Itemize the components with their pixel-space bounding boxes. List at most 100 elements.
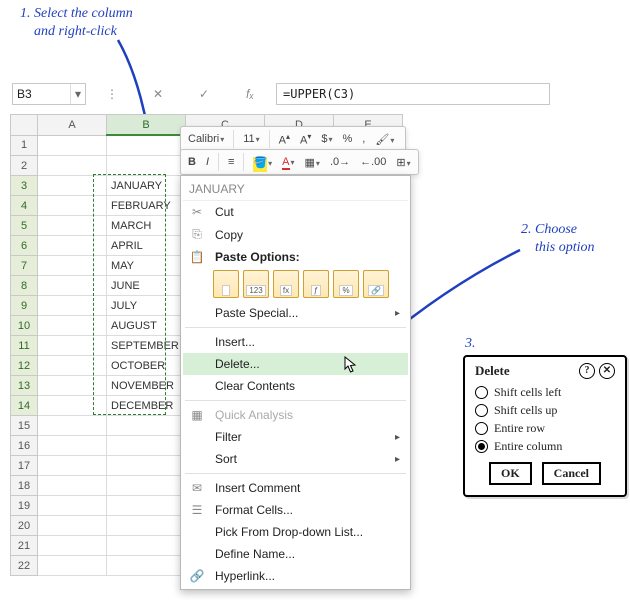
radio-entire-row[interactable]: Entire row bbox=[475, 421, 615, 436]
font-color-icon[interactable]: A▾ bbox=[279, 155, 297, 169]
fill-color-icon[interactable]: 🪣▾ bbox=[250, 155, 275, 170]
row-header-21[interactable]: 21 bbox=[11, 536, 38, 556]
radio-entire-column[interactable]: Entire column bbox=[475, 439, 615, 454]
col-header-B[interactable]: B bbox=[107, 115, 186, 136]
formula-input[interactable]: =UPPER(C3) bbox=[276, 83, 550, 105]
menu-hyperlink[interactable]: 🔗Hyperlink... bbox=[183, 565, 408, 587]
cell-B16[interactable] bbox=[107, 436, 186, 456]
row-header-17[interactable]: 17 bbox=[11, 456, 38, 476]
cell-A13[interactable] bbox=[38, 376, 107, 396]
menu-copy[interactable]: ⎘Copy bbox=[183, 223, 408, 246]
menu-insert[interactable]: Insert... bbox=[183, 331, 408, 353]
row-header-8[interactable]: 8 bbox=[11, 276, 38, 296]
cell-A3[interactable] bbox=[38, 176, 107, 196]
cell-B6[interactable]: APRIL bbox=[107, 236, 186, 256]
ok-button[interactable]: OK bbox=[489, 462, 532, 485]
cell-A19[interactable] bbox=[38, 496, 107, 516]
row-header-19[interactable]: 19 bbox=[11, 496, 38, 516]
cell-A18[interactable] bbox=[38, 476, 107, 496]
menu-define-name[interactable]: Define Name... bbox=[183, 543, 408, 565]
cell-B7[interactable]: MAY bbox=[107, 256, 186, 276]
row-header-22[interactable]: 22 bbox=[11, 556, 38, 576]
border-icon[interactable]: ▦▾ bbox=[302, 155, 323, 170]
shrink-font-icon[interactable]: A▾ bbox=[297, 131, 314, 148]
cell-B8[interactable]: JUNE bbox=[107, 276, 186, 296]
paste-link-icon[interactable]: 🔗 bbox=[363, 270, 389, 298]
percent-icon[interactable]: % bbox=[340, 132, 356, 146]
decrease-decimal-icon[interactable]: .0→ bbox=[327, 155, 353, 169]
row-header-4[interactable]: 4 bbox=[11, 196, 38, 216]
paste-values-icon[interactable]: 123 bbox=[243, 270, 269, 298]
menu-filter[interactable]: Filter▸ bbox=[183, 426, 408, 448]
paste-percent-icon[interactable]: % bbox=[333, 270, 359, 298]
select-all-corner[interactable] bbox=[11, 115, 38, 136]
cell-A7[interactable] bbox=[38, 256, 107, 276]
cell-A10[interactable] bbox=[38, 316, 107, 336]
cell-A21[interactable] bbox=[38, 536, 107, 556]
increase-decimal-icon[interactable]: ←.00 bbox=[357, 155, 389, 169]
cell-B9[interactable]: JULY bbox=[107, 296, 186, 316]
cell-A8[interactable] bbox=[38, 276, 107, 296]
radio-shift-left[interactable]: Shift cells left bbox=[475, 385, 615, 400]
row-header-6[interactable]: 6 bbox=[11, 236, 38, 256]
cancel-button[interactable]: Cancel bbox=[542, 462, 601, 485]
name-box-dropdown-icon[interactable]: ▾ bbox=[70, 84, 85, 104]
row-header-18[interactable]: 18 bbox=[11, 476, 38, 496]
row-header-7[interactable]: 7 bbox=[11, 256, 38, 276]
menu-clear[interactable]: Clear Contents bbox=[183, 375, 408, 397]
cell-A2[interactable] bbox=[38, 156, 107, 176]
col-header-A[interactable]: A bbox=[38, 115, 107, 136]
cell-B14[interactable]: DECEMBER bbox=[107, 396, 186, 416]
cell-B11[interactable]: SEPTEMBER bbox=[107, 336, 186, 356]
cell-A5[interactable] bbox=[38, 216, 107, 236]
row-header-13[interactable]: 13 bbox=[11, 376, 38, 396]
row-header-9[interactable]: 9 bbox=[11, 296, 38, 316]
accept-formula-icon[interactable]: ✓ bbox=[184, 83, 224, 105]
fx-icon[interactable]: fₓ bbox=[230, 83, 270, 105]
cell-B3[interactable]: JANUARY bbox=[107, 176, 186, 196]
cell-A6[interactable] bbox=[38, 236, 107, 256]
expand-button[interactable]: ⋮ bbox=[92, 83, 132, 105]
help-icon[interactable]: ? bbox=[579, 363, 595, 379]
cell-A17[interactable] bbox=[38, 456, 107, 476]
cell-A16[interactable] bbox=[38, 436, 107, 456]
menu-delete[interactable]: Delete... bbox=[183, 353, 408, 375]
font-picker[interactable]: Calibri▾ bbox=[185, 132, 227, 146]
cell-A14[interactable] bbox=[38, 396, 107, 416]
close-icon[interactable]: ✕ bbox=[599, 363, 615, 379]
cell-A9[interactable] bbox=[38, 296, 107, 316]
row-header-16[interactable]: 16 bbox=[11, 436, 38, 456]
paste-formatting-icon[interactable]: ƒ bbox=[303, 270, 329, 298]
menu-insert-comment[interactable]: ✉Insert Comment bbox=[183, 477, 408, 499]
align-icon[interactable]: ≡ bbox=[225, 155, 237, 169]
cell-B20[interactable] bbox=[107, 516, 186, 536]
row-header-20[interactable]: 20 bbox=[11, 516, 38, 536]
row-header-12[interactable]: 12 bbox=[11, 356, 38, 376]
row-header-14[interactable]: 14 bbox=[11, 396, 38, 416]
row-header-2[interactable]: 2 bbox=[11, 156, 38, 176]
menu-format-cells[interactable]: ☰Format Cells... bbox=[183, 499, 408, 521]
paste-icon[interactable] bbox=[213, 270, 239, 298]
cell-B12[interactable]: OCTOBER bbox=[107, 356, 186, 376]
cell-B22[interactable] bbox=[107, 556, 186, 576]
cell-B5[interactable]: MARCH bbox=[107, 216, 186, 236]
menu-pick-dropdown[interactable]: Pick From Drop-down List... bbox=[183, 521, 408, 543]
grow-font-icon[interactable]: A▴ bbox=[276, 131, 293, 148]
cell-B2[interactable] bbox=[107, 156, 186, 176]
cell-A15[interactable] bbox=[38, 416, 107, 436]
row-header-15[interactable]: 15 bbox=[11, 416, 38, 436]
font-size[interactable]: 11▾ bbox=[240, 132, 262, 146]
radio-shift-up[interactable]: Shift cells up bbox=[475, 403, 615, 418]
menu-quick-analysis[interactable]: ▦Quick Analysis bbox=[183, 404, 408, 426]
paste-formulas-icon[interactable]: fx bbox=[273, 270, 299, 298]
row-header-11[interactable]: 11 bbox=[11, 336, 38, 356]
row-header-3[interactable]: 3 bbox=[11, 176, 38, 196]
format-painter-icon[interactable]: 🖌▾ bbox=[372, 132, 397, 147]
menu-cut[interactable]: ✂Cut bbox=[183, 201, 408, 223]
italic-icon[interactable]: I bbox=[203, 155, 212, 169]
cell-A22[interactable] bbox=[38, 556, 107, 576]
cell-A11[interactable] bbox=[38, 336, 107, 356]
cell-B21[interactable] bbox=[107, 536, 186, 556]
cell-B4[interactable]: FEBRUARY bbox=[107, 196, 186, 216]
row-header-5[interactable]: 5 bbox=[11, 216, 38, 236]
